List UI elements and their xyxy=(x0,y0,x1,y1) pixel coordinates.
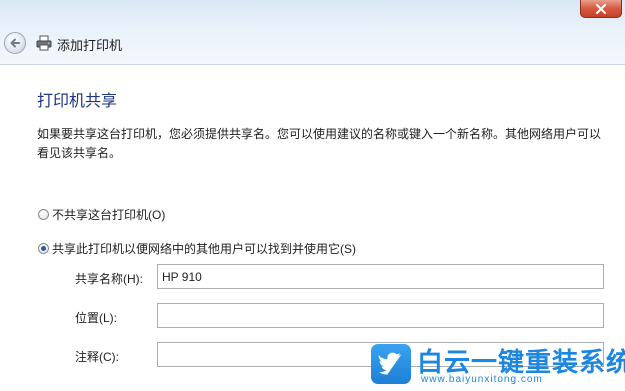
share-name-field[interactable] xyxy=(157,264,604,289)
close-button[interactable] xyxy=(580,0,622,18)
comment-label: 注释(C): xyxy=(75,350,119,364)
printer-icon xyxy=(36,35,52,51)
share-label: 共享此打印机以便网络中的其他用户可以找到并使用它(S) xyxy=(52,242,356,256)
page-title: 打印机共享 xyxy=(37,93,118,110)
title-bar: 添加打印机 xyxy=(0,0,625,65)
share-radio[interactable] xyxy=(38,243,49,254)
watermark: 白云一键重装系统 www.baiyunxitong.com xyxy=(367,340,625,391)
location-label: 位置(L): xyxy=(75,311,118,325)
share-name-label: 共享名称(H): xyxy=(75,272,143,286)
back-button[interactable] xyxy=(4,32,26,54)
window-title: 添加打印机 xyxy=(57,38,123,53)
no-share-option[interactable]: 不共享这台打印机(O) xyxy=(38,206,165,223)
watermark-url: www.baiyunxitong.com xyxy=(421,374,543,385)
bird-icon xyxy=(378,352,402,375)
no-share-label: 不共享这台打印机(O) xyxy=(52,208,166,222)
watermark-logo xyxy=(371,344,411,384)
share-option[interactable]: 共享此打印机以便网络中的其他用户可以找到并使用它(S) xyxy=(38,240,356,257)
page-description: 如果要共享这台打印机，您必须提供共享名。您可以使用建议的名称或键入一个新名称。其… xyxy=(37,127,602,160)
close-icon xyxy=(596,4,606,14)
location-field[interactable] xyxy=(157,303,604,328)
no-share-radio[interactable] xyxy=(38,209,49,220)
back-arrow-icon xyxy=(10,38,20,48)
